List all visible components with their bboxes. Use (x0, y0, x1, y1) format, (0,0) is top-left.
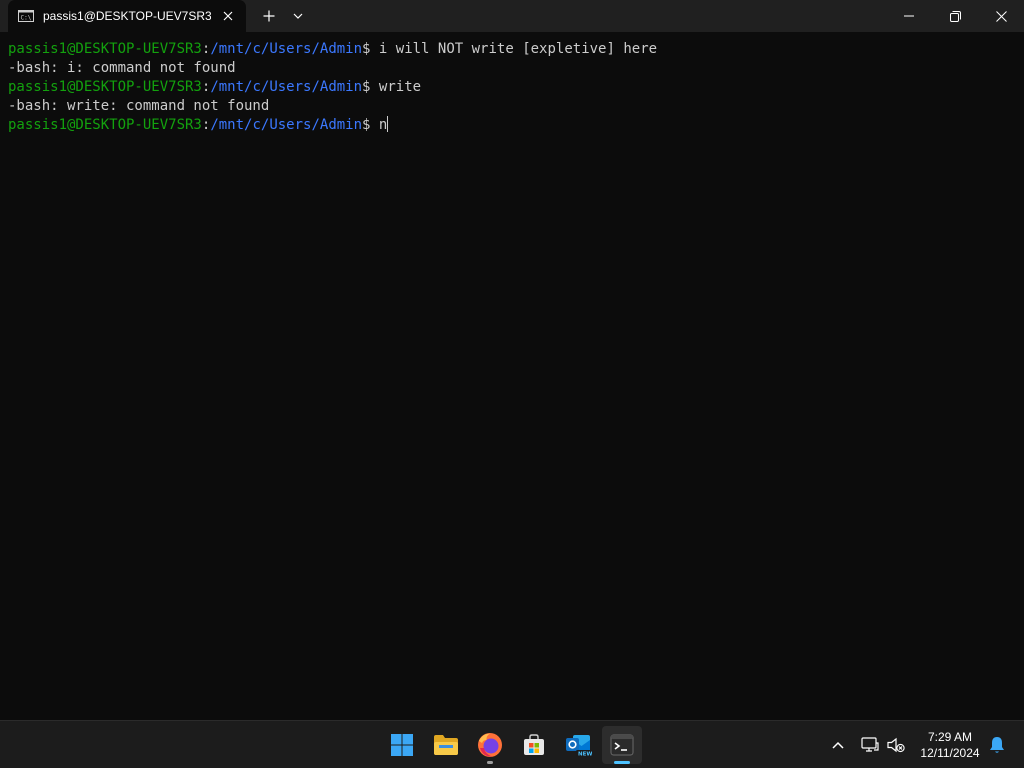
clock[interactable]: 7:29 AM 12/11/2024 (912, 721, 988, 768)
outlook-button[interactable]: NEW (558, 726, 598, 764)
network-display-button[interactable] (858, 721, 882, 768)
file-explorer-icon (433, 734, 459, 756)
svg-text:NEW: NEW (578, 752, 592, 758)
close-button[interactable] (978, 0, 1024, 32)
maximize-icon (949, 10, 961, 22)
prompt-path: /mnt/c/Users/Admin (210, 117, 363, 133)
terminal-icon (610, 734, 634, 756)
prompt-user-host: passis1@DESKTOP-UEV7SR3 (8, 41, 202, 57)
prompt-path: /mnt/c/Users/Admin (210, 79, 363, 95)
error-output: -bash: write: command not found (8, 98, 270, 114)
volume-button[interactable] (884, 721, 908, 768)
terminal-output[interactable]: passis1@DESKTOP-UEV7SR3:/mnt/c/Users/Adm… (0, 32, 1024, 720)
minimize-button[interactable] (886, 0, 932, 32)
text-cursor (387, 116, 389, 132)
sound-muted-icon (887, 737, 905, 753)
firefox-button[interactable] (470, 726, 510, 764)
firefox-icon (477, 732, 503, 758)
current-input[interactable]: n (379, 117, 387, 133)
restore-button[interactable] (932, 0, 978, 32)
prompt-symbol: $ (362, 117, 371, 133)
terminal-icon: C:\ (18, 8, 34, 24)
chevron-down-icon (293, 13, 303, 19)
clock-date: 12/11/2024 (920, 746, 980, 760)
display-icon (861, 737, 879, 753)
clock-time: 7:29 AM (927, 730, 973, 744)
terminal-line: passis1@DESKTOP-UEV7SR3:/mnt/c/Users/Adm… (8, 78, 1024, 97)
start-icon (390, 733, 414, 757)
outlook-icon: NEW (564, 732, 592, 758)
command-text: write (378, 79, 422, 95)
notifications-button[interactable] (986, 721, 1008, 768)
plus-icon (263, 10, 275, 22)
terminal-line: -bash: i: command not found (8, 59, 1024, 78)
terminal-taskbar-button[interactable] (602, 726, 642, 764)
chevron-up-icon (832, 741, 844, 749)
microsoft-store-icon (522, 733, 546, 757)
prompt-path: /mnt/c/Users/Admin (210, 41, 363, 57)
prompt-symbol: $ (362, 79, 371, 95)
start-button[interactable] (382, 726, 422, 764)
tab-close-icon[interactable] (220, 8, 236, 24)
minimize-icon (904, 15, 914, 17)
tab-dropdown-button[interactable] (286, 0, 310, 32)
terminal-input-line[interactable]: passis1@DESKTOP-UEV7SR3:/mnt/c/Users/Adm… (8, 116, 1024, 135)
new-tab-button[interactable] (256, 0, 282, 32)
command-text: i will NOT write [expletive] here (378, 41, 658, 57)
file-explorer-button[interactable] (426, 726, 466, 764)
show-hidden-icons-button[interactable] (826, 721, 850, 768)
tab-title: passis1@DESKTOP-UEV7SR3: , (43, 9, 211, 23)
error-output: -bash: i: command not found (8, 60, 236, 76)
terminal-line: passis1@DESKTOP-UEV7SR3:/mnt/c/Users/Adm… (8, 40, 1024, 59)
terminal-line: -bash: write: command not found (8, 97, 1024, 116)
active-indicator (614, 761, 630, 764)
running-indicator (487, 761, 493, 764)
close-icon (995, 10, 1007, 22)
microsoft-store-button[interactable] (514, 726, 554, 764)
prompt-user-host: passis1@DESKTOP-UEV7SR3 (8, 117, 202, 133)
terminal-tab[interactable]: C:\ passis1@DESKTOP-UEV7SR3: , (8, 0, 246, 32)
prompt-symbol: $ (362, 41, 371, 57)
prompt-user-host: passis1@DESKTOP-UEV7SR3 (8, 79, 202, 95)
title-bar: C:\ passis1@DESKTOP-UEV7SR3: , (0, 0, 1024, 32)
svg-text:C:\: C:\ (21, 15, 32, 22)
taskbar: NEW 7:29 AM 12/11/2024 (0, 720, 1024, 768)
bell-icon (989, 736, 1005, 754)
